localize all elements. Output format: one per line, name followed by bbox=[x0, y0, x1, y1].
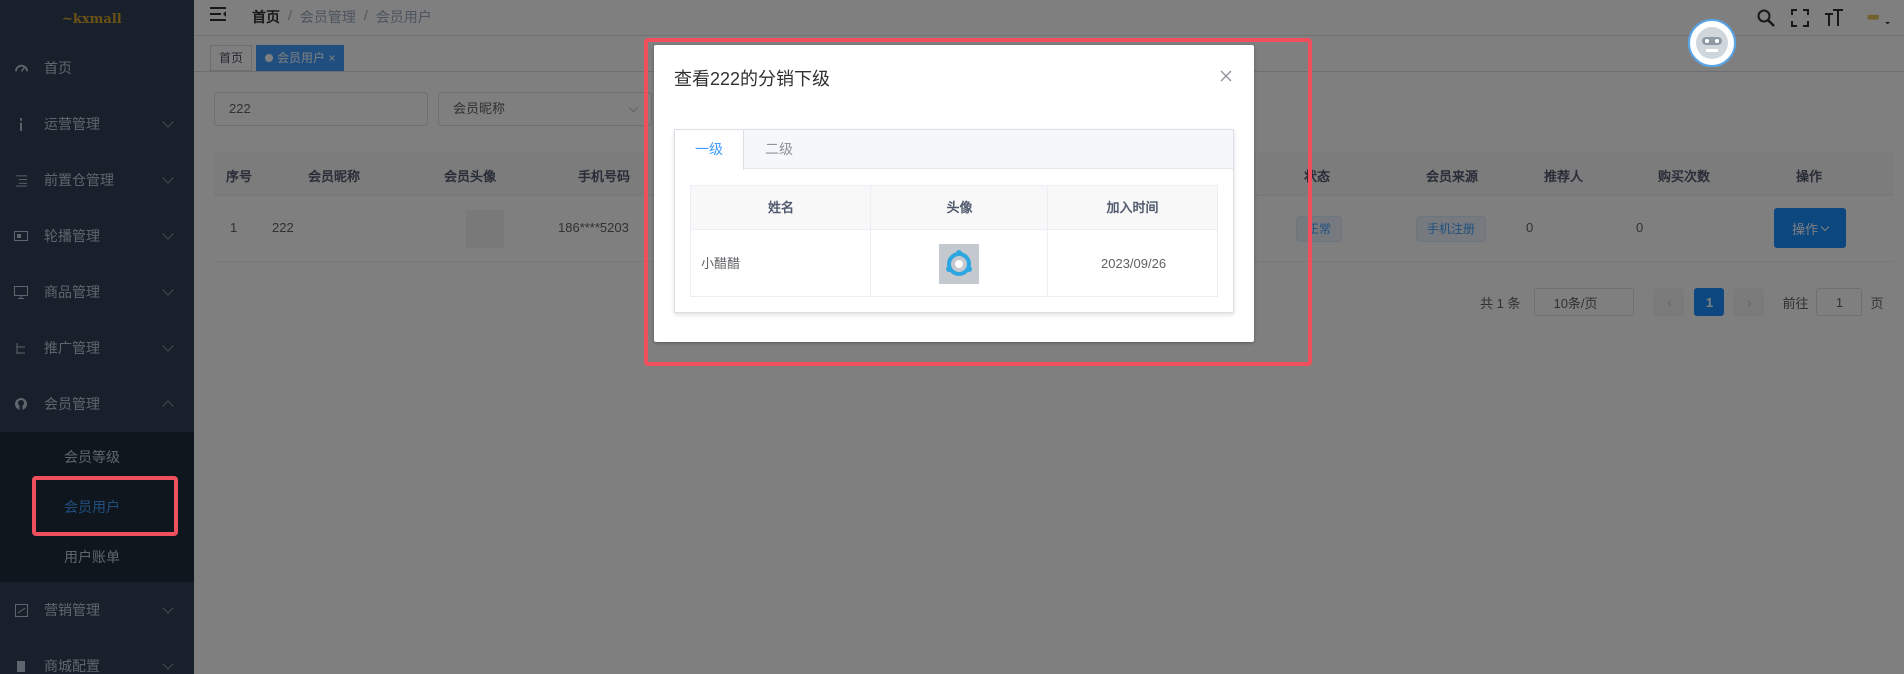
dialog-highlight-box bbox=[644, 38, 1312, 366]
floating-avatar[interactable] bbox=[1688, 19, 1736, 67]
app-root: ~kxmall 首页 运营管理 前置仓管理 轮播管理 bbox=[0, 0, 1904, 674]
menu-highlight-box bbox=[32, 476, 178, 536]
